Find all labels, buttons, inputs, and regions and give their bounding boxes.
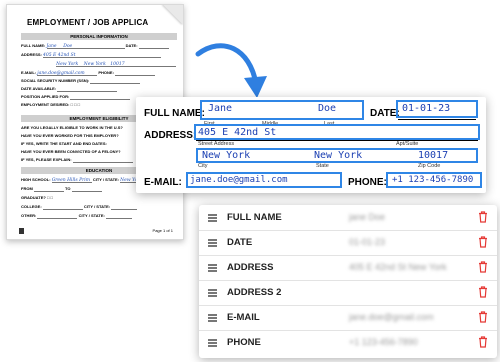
doc-high-school: Green Hills Prim [51, 178, 90, 183]
section-personal-header: PERSONAL INFORMATION [21, 33, 177, 40]
drag-handle-icon[interactable] [208, 314, 217, 322]
page-fold [163, 5, 183, 25]
doc-email: jane.doe@gmail.com [37, 71, 85, 76]
doc-row-other: OTHER: CITY / STATE: [21, 213, 177, 219]
full-name-label: FULL NAME: [144, 108, 205, 119]
doc-label: DATE AVAILABLE: [21, 86, 57, 91]
doc-first-name: Jane [46, 44, 57, 49]
doc-label: FROM [21, 186, 33, 191]
phone-label: PHONE: [348, 177, 387, 188]
field-name: PHONE [227, 337, 261, 348]
doc-label: GRADUATE? [21, 195, 46, 200]
doc-address: 405 E 42nd St [43, 53, 76, 58]
field-name: ADDRESS 2 [227, 287, 282, 298]
city-value: New York [202, 150, 251, 161]
doc-label: CITY / STATE: [92, 177, 120, 182]
doc-label: HIGH SCHOOL: [21, 177, 51, 182]
doc-label: OTHER: [21, 213, 37, 218]
doc-row-email: E-MAIL: jane.doe@gmail.com PHONE: [21, 70, 177, 76]
zip-value: 10017 [418, 150, 449, 161]
field-value: 405 E 42nd St New York [349, 262, 447, 272]
doc-label: ARE YOU LEGALLY ELIGIBLE TO WORK IN THE … [21, 125, 123, 130]
field-name: ADDRESS [227, 262, 274, 273]
field-name: FULL NAME [227, 212, 282, 223]
first-name-value: Jane [208, 103, 233, 114]
doc-row-graduate: GRADUATE? □ □ [21, 195, 53, 200]
drag-handle-icon[interactable] [208, 264, 217, 272]
doc-zip: 10017 [110, 62, 125, 67]
last-name-value: Doe [318, 103, 337, 114]
state-caption: State [316, 163, 329, 169]
doc-label: TO [65, 186, 71, 191]
doc-label: SOCIAL SECURITY NUMBER (SSN): [21, 78, 90, 83]
doc-label: EMPLOYMENT DESIRED: [21, 102, 70, 107]
address-line [196, 140, 478, 141]
extracted-fields-list: FULL NAME jane Doe DATE 01-01-23 ADDRESS… [199, 205, 497, 358]
address-label: ADDRESS: [144, 130, 197, 141]
field-value: jane.doe@gmail.com [349, 312, 434, 322]
doc-state: New York [83, 62, 106, 67]
trash-icon[interactable] [478, 336, 488, 348]
doc-label: CITY / STATE: [83, 204, 111, 209]
doc-last-name: Doe [63, 44, 73, 49]
doc-label: CITY / STATE: [78, 213, 105, 218]
doc-label: POSITION APPLIED FOR: [21, 94, 70, 99]
zoomed-form-card: FULL NAME: Jane Doe First Middle Last DA… [136, 97, 486, 193]
address-value: 405 E 42nd St [198, 127, 277, 138]
field-row-date[interactable]: DATE 01-01-23 [199, 230, 497, 256]
date-line [398, 119, 476, 120]
doc-label: E-MAIL: [21, 70, 37, 75]
document-title: EMPLOYMENT / JOB APPLICA [27, 18, 149, 27]
field-value: jane Doe [349, 212, 386, 222]
drag-handle-icon[interactable] [208, 214, 217, 222]
zip-caption: Zip Code [418, 163, 441, 169]
doc-row-address: ADDRESS: 405 E 42nd St [21, 52, 177, 58]
doc-city: New York [56, 62, 79, 67]
doc-label: IF YES, WRITE THE START AND END DATES: [21, 141, 107, 146]
field-value: +1 123-456-7890 [349, 337, 418, 347]
drag-handle-icon[interactable] [208, 239, 217, 247]
doc-label: HAVE YOU EVER BEEN CONVICTED OF A FELONY… [21, 149, 121, 154]
drag-handle-icon[interactable] [208, 339, 217, 347]
doc-row-full-name: FULL NAME: Jane Doe DATE: [21, 43, 177, 49]
field-value: 01-01-23 [349, 237, 386, 247]
page-number: Page 1 of 1 [152, 228, 173, 233]
trash-icon[interactable] [478, 211, 488, 223]
state-value: New York [314, 150, 363, 161]
trash-icon[interactable] [478, 311, 488, 323]
doc-label: IF YES, PLEASE EXPLAIN: [21, 157, 72, 162]
doc-label: FULL NAME: [21, 43, 46, 48]
field-row-phone[interactable]: PHONE +1 123-456-7890 [199, 330, 497, 355]
doc-row-ssn: SOCIAL SECURITY NUMBER (SSN): [21, 78, 177, 84]
field-row-address[interactable]: ADDRESS 405 E 42nd St New York [199, 255, 497, 281]
doc-label: ADDRESS: [21, 52, 42, 57]
field-row-email[interactable]: E-MAIL jane.doe@gmail.com [199, 305, 497, 331]
doc-label: HAVE YOU EVER WORKED FOR THIS EMPLOYER? [21, 133, 119, 138]
street-caption: Street Address [198, 141, 235, 147]
doc-label: PHONE: [98, 70, 114, 75]
doc-row-college: COLLEGE: CITY / STATE: [21, 204, 177, 210]
email-value: jane.doe@gmail.com [190, 175, 288, 185]
field-name: DATE [227, 237, 253, 248]
doc-row-city: New York New York 10017 [21, 61, 177, 67]
drag-handle-icon[interactable] [208, 289, 217, 297]
trash-icon[interactable] [478, 236, 488, 248]
phone-value: +1 123-456-7890 [392, 175, 474, 185]
trash-icon[interactable] [478, 286, 488, 298]
doc-label: DATE: [125, 43, 138, 48]
date-value: 01-01-23 [402, 103, 451, 114]
trash-icon[interactable] [478, 261, 488, 273]
field-name: E-MAIL [227, 312, 260, 323]
city-caption: City [198, 163, 208, 169]
field-row-address-2[interactable]: ADDRESS 2 [199, 280, 497, 306]
doc-label: COLLEGE: [21, 204, 42, 209]
field-row-full-name[interactable]: FULL NAME jane Doe [199, 205, 497, 231]
apt-caption: Apt/Suite [396, 141, 419, 147]
curved-arrow-icon [195, 43, 267, 98]
email-label: E-MAIL: [144, 177, 182, 188]
document-icon [19, 228, 24, 234]
doc-row-date-available: DATE AVAILABLE: [21, 86, 177, 92]
